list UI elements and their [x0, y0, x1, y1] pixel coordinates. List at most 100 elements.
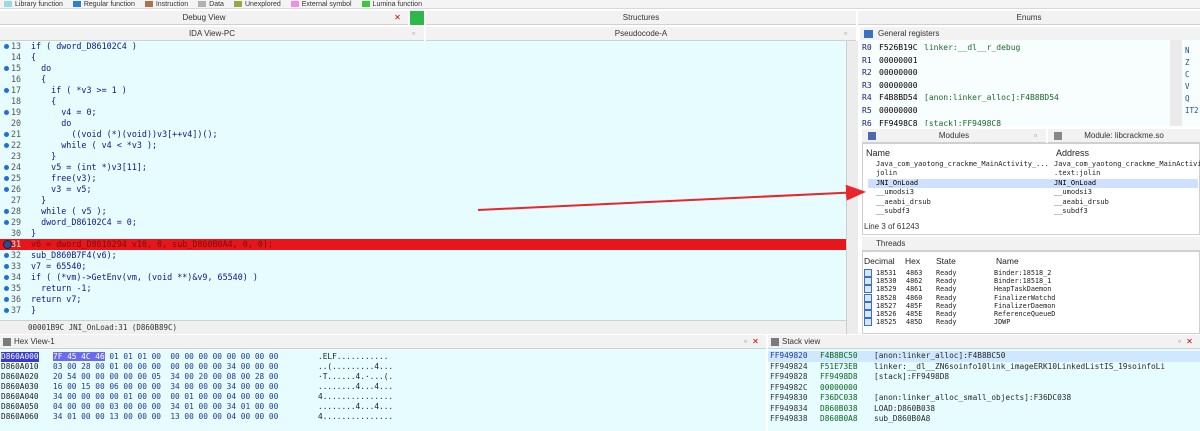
breakpoint-dot-icon[interactable]: [4, 132, 9, 137]
module-row[interactable]: __umodsi3 __umodsi3: [868, 188, 1198, 197]
hex-view-panel[interactable]: D860A000 7F 45 4C 46 01 01 01 00 00 00 00…: [0, 349, 766, 431]
thread-row[interactable]: 18530 4862 Ready Binder:18518_1: [864, 277, 1194, 286]
code-line[interactable]: 20 do: [0, 118, 846, 129]
code-line[interactable]: 15 do: [0, 63, 846, 74]
column-header-name[interactable]: Name: [996, 256, 1019, 266]
stack-row[interactable]: FF949824 F51E73EB linker:__dl__ZN6soinfo10…: [768, 362, 1200, 373]
breakpoint-dot-icon[interactable]: [4, 253, 9, 258]
stack-row[interactable]: FF94982C 00000000: [768, 383, 1200, 394]
register-value[interactable]: FF9498C8: [879, 118, 918, 126]
lumina-icon[interactable]: [410, 11, 424, 25]
breakpoint-dot-icon[interactable]: [4, 66, 9, 71]
general-registers-tab[interactable]: General registers: [860, 27, 1200, 41]
code-line[interactable]: 22 while ( v4 < *v3 );: [0, 140, 846, 151]
code-line[interactable]: 26 v3 = v5;: [0, 184, 846, 195]
thread-row[interactable]: 18531 4863 Ready Binder:18518_2: [864, 269, 1194, 277]
thread-row[interactable]: 18528 4860 Ready FinalizerWatchd: [864, 293, 1194, 302]
restore-icon[interactable]: ▫: [841, 29, 850, 38]
stack-value[interactable]: F36DC038: [820, 393, 858, 404]
hex-row[interactable]: D860A010 03 00 28 00 01 00 00 00 00 00 00…: [0, 362, 766, 372]
register-row[interactable]: R6 FF9498C8 [stack]:FF9498C8: [860, 118, 1170, 126]
column-header-address[interactable]: Address: [1056, 148, 1089, 158]
code-line[interactable]: 29 dword_D86102C4 = 0;: [0, 217, 846, 228]
column-header-decimal[interactable]: Decimal: [864, 256, 895, 266]
breakpoint-dot-icon[interactable]: [4, 308, 9, 313]
stack-row[interactable]: FF949820 F4B8BC50 [anon:linker_alloc]:F4B8…: [768, 351, 1200, 362]
breakpoint-dot-icon[interactable]: [4, 275, 9, 280]
register-value[interactable]: 00000000: [879, 67, 918, 80]
hex-row[interactable]: D860A060 34 01 00 00 13 00 00 00 13 00 00…: [0, 412, 766, 422]
code-line[interactable]: 27 }: [0, 195, 846, 206]
current-line-highlight[interactable]: 31 v6 = dword_D8610294 v10, 0, sub_D860B0…: [0, 239, 846, 250]
register-row[interactable]: R4 F4B8BD54 [anon:linker_alloc]:F4B8BD54: [860, 92, 1170, 105]
stack-value[interactable]: FF9498D8: [820, 372, 858, 383]
stack-value[interactable]: F4B8BC50: [820, 351, 858, 362]
code-line[interactable]: 14 {: [0, 52, 846, 63]
register-value[interactable]: F4B8BD54: [879, 92, 918, 105]
code-line[interactable]: 18 {: [0, 96, 846, 107]
code-line[interactable]: 28 while ( v5 );: [0, 206, 846, 217]
breakpoint-dot-icon[interactable]: [4, 88, 9, 93]
restore-icon[interactable]: ▫: [741, 337, 750, 346]
column-header-state[interactable]: State: [936, 256, 956, 266]
ida-view-tab[interactable]: IDA View-PC ▫: [0, 27, 424, 41]
register-row[interactable]: R3 00000000: [860, 80, 1170, 93]
code-line[interactable]: 35 return -1;: [0, 283, 846, 294]
restore-icon[interactable]: ▫: [1031, 131, 1040, 140]
code-line[interactable]: 21 ((void (*)(void))v3[++v4])();: [0, 129, 846, 140]
code-line[interactable]: 34 if ( (*vm)->GetEnv(vm, (void **)&v9, 6…: [0, 272, 846, 283]
code-line[interactable]: 13 if ( dword_D86102C4 ): [0, 41, 846, 52]
restore-icon[interactable]: ▫: [409, 29, 418, 38]
modules-tab[interactable]: Modules ▫: [862, 129, 1046, 143]
thread-row[interactable]: 18529 4861 Ready HeapTaskDaemon: [864, 285, 1194, 294]
hex-row[interactable]: D860A030 16 00 15 00 06 00 00 00 34 00 00…: [0, 382, 766, 392]
hex-row[interactable]: D860A020 20 54 00 00 00 00 00 05 34 00 20…: [0, 372, 766, 382]
registers-panel[interactable]: R0 F526B19C linker:__dl__r_debug R1 0000000…: [860, 40, 1200, 126]
code-line[interactable]: 32 sub_D860B7F4(v6);: [0, 250, 846, 261]
enums-tab[interactable]: Enums: [858, 11, 1200, 25]
code-line[interactable]: 24 v5 = (int *)v3[11];: [0, 162, 846, 173]
pseudocode-listing[interactable]: 13 if ( dword_D86102C4 ) 14 { 15 do 16 { 1…: [0, 41, 846, 320]
register-row[interactable]: R2 00000000: [860, 67, 1170, 80]
vertical-scrollbar[interactable]: [846, 41, 858, 334]
thread-row[interactable]: 18525 485D Ready JDWP: [864, 318, 1194, 327]
register-value[interactable]: 00000001: [879, 55, 918, 68]
breakpoint-dot-icon[interactable]: [4, 44, 9, 49]
breakpoint-dot-icon[interactable]: [4, 110, 9, 115]
stack-row[interactable]: FF949838 D860B0A8 sub_D860B0A8: [768, 414, 1200, 425]
restore-icon[interactable]: ▫: [1175, 337, 1184, 346]
registers-scrollbar[interactable]: [1170, 40, 1182, 126]
column-header-hex[interactable]: Hex: [905, 256, 920, 266]
stack-view-panel[interactable]: FF949820 F4B8BC50 [anon:linker_alloc]:F4B8…: [768, 349, 1200, 431]
breakpoint-dot-icon[interactable]: [4, 264, 9, 269]
stack-value[interactable]: D860B038: [820, 404, 858, 415]
module-row[interactable]: __aeabi_drsub __aeabi_drsub: [868, 198, 1198, 207]
breakpoint-dot-icon[interactable]: [4, 209, 9, 214]
code-line[interactable]: 33 v7 = 65540;: [0, 261, 846, 272]
register-row[interactable]: R5 00000000: [860, 105, 1170, 118]
stack-value[interactable]: 00000000: [820, 383, 858, 394]
thread-row[interactable]: 18527 485F Ready FinalizerDaemon: [864, 301, 1194, 310]
breakpoint-dot-icon[interactable]: [4, 286, 9, 291]
structures-tab[interactable]: Structures: [426, 11, 856, 25]
register-value[interactable]: 00000000: [879, 105, 918, 118]
breakpoint-dot-icon[interactable]: [4, 165, 9, 170]
stack-value[interactable]: D860B0A8: [820, 414, 858, 425]
module-row[interactable]: jolin .text:jolin: [868, 169, 1198, 178]
code-line[interactable]: 19 v4 = 0;: [0, 107, 846, 118]
close-icon[interactable]: ✕: [751, 337, 760, 346]
threads-tab[interactable]: Threads: [862, 237, 1200, 251]
module-row[interactable]: Java_com_yaotong_crackme_MainActivity_..…: [868, 160, 1200, 169]
register-value[interactable]: 00000000: [879, 80, 918, 93]
breakpoint-dot-icon[interactable]: [4, 297, 9, 302]
code-line[interactable]: 17 if ( *v3 >= 1 ): [0, 85, 846, 96]
code-line[interactable]: 30}: [0, 228, 846, 239]
hex-row[interactable]: D860A050 04 00 00 00 03 00 00 00 34 01 00…: [0, 402, 766, 412]
hex-view-tab[interactable]: Hex View-1 ▫ ✕: [0, 335, 766, 349]
breakpoint-dot-icon[interactable]: [4, 143, 9, 148]
stack-row[interactable]: FF949834 D860B038 LOAD:D860B038: [768, 404, 1200, 415]
breakpoint-dot-icon[interactable]: [4, 220, 9, 225]
code-line[interactable]: 25 free(v3);: [0, 173, 846, 184]
breakpoint-dot-icon[interactable]: [4, 187, 9, 192]
stack-view-tab[interactable]: Stack view ▫ ✕: [768, 335, 1200, 349]
